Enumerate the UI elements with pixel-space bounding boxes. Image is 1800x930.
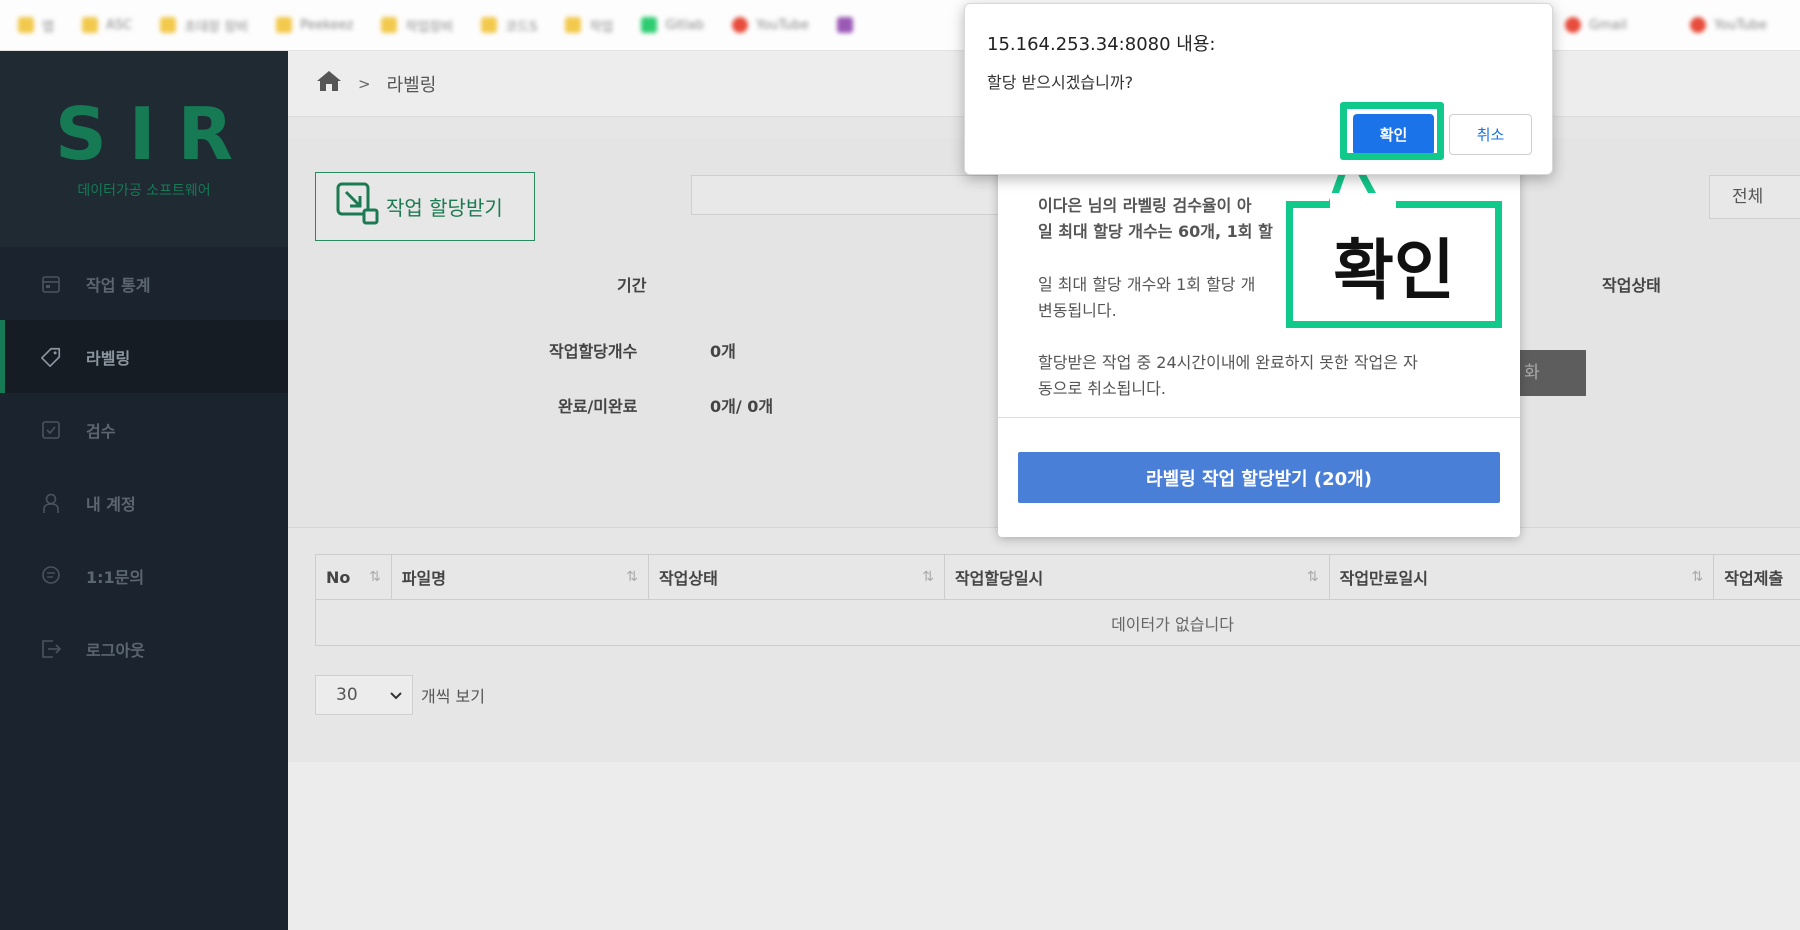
bookmark[interactable]: Gmail (1565, 17, 1627, 33)
alert-title: 15.164.253.34:8080 내용: (987, 34, 1216, 55)
bookmark[interactable]: 초대장 장비 (160, 16, 248, 35)
content-footer-area (288, 762, 1800, 930)
status-label: 작업상태 (1602, 276, 1661, 295)
sort-icon: ⇅ (1691, 569, 1704, 585)
sidebar: SIR 데이터가공 소프트웨어 작업 통계 라벨링 검수 내 계정 1:1문의 … (0, 51, 288, 930)
sort-icon: ⇅ (922, 569, 934, 585)
sidebar-item-stats[interactable]: 작업 통계 (0, 247, 288, 320)
tag-icon (40, 346, 62, 368)
sidebar-item-label: 작업 통계 (86, 275, 151, 295)
status-select[interactable]: 전체 (1709, 175, 1800, 219)
folder-icon (565, 17, 582, 33)
period-label: 기간 (617, 276, 647, 295)
column-assigned-at[interactable]: 작업할당일시 ⇅ (945, 555, 1330, 599)
chat-icon (40, 565, 62, 587)
sidebar-item-labeling[interactable]: 라벨링 (0, 320, 288, 393)
table-empty-row: 데이터가 없습니다 (315, 600, 1800, 646)
logout-icon (40, 638, 62, 660)
bookmark[interactable]: 작업장비 (381, 16, 453, 35)
logo-subtitle: 데이터가공 소프트웨어 (77, 183, 211, 199)
sort-icon: ⇅ (369, 569, 381, 585)
chevron-down-icon (390, 685, 402, 705)
modal-assign-button[interactable]: 라벨링 작업 할당받기 (20개) (1018, 452, 1500, 503)
sort-icon: ⇅ (1306, 569, 1319, 585)
gitlab-icon (641, 17, 658, 33)
gmail-icon (1565, 17, 1581, 33)
check-icon (40, 419, 62, 441)
folder-icon (481, 17, 498, 33)
callout-pointer-mask (1330, 193, 1396, 209)
assigned-count-label: 작업할당개수 (549, 342, 638, 361)
highlight-box (1340, 102, 1444, 160)
table-header: No ⇅ 파일명 ⇅ 작업상태 ⇅ 작업할당일시 ⇅ 작업만료일시 ⇅ 작업제출 (315, 554, 1800, 600)
assign-icon (336, 182, 380, 231)
column-expires-at[interactable]: 작업만료일시 ⇅ (1330, 555, 1715, 599)
page-size-suffix: 개씩 보기 (421, 687, 485, 706)
browser-alert-dialog: 15.164.253.34:8080 내용: 할당 받으시겠습니까? 확인 취소 (964, 3, 1553, 175)
alert-cancel-button[interactable]: 취소 (1449, 114, 1532, 155)
calendar-icon (40, 273, 62, 295)
folder-icon (276, 17, 293, 33)
sidebar-item-logout[interactable]: 로그아웃 (0, 612, 288, 685)
apps-icon (18, 17, 34, 33)
sidebar-item-label: 라벨링 (86, 348, 131, 368)
youtube-icon (731, 17, 748, 33)
sidebar-item-label: 로그아웃 (86, 640, 145, 660)
bookmark[interactable]: YouTube (1690, 17, 1767, 33)
logo-area[interactable]: SIR 데이터가공 소프트웨어 (0, 51, 288, 247)
folder-icon (81, 17, 98, 33)
bookmark[interactable]: 앱 (18, 16, 54, 35)
bookmark[interactable] (836, 17, 853, 33)
column-filename[interactable]: 파일명 ⇅ (392, 555, 649, 599)
sidebar-item-label: 1:1문의 (86, 567, 145, 587)
breadcrumb-separator: > (358, 74, 371, 93)
logo: SIR (54, 92, 256, 176)
assigned-count-value: 0개 (710, 342, 736, 361)
youtube-icon (1690, 17, 1706, 33)
sidebar-item-label: 내 계정 (86, 494, 136, 514)
sidebar-item-account[interactable]: 내 계정 (0, 466, 288, 539)
breadcrumb-current: 라벨링 (386, 74, 437, 96)
home-icon[interactable] (316, 70, 342, 97)
column-submitted-at[interactable]: 작업제출 (1714, 555, 1800, 599)
page-size-control: 30 개씩 보기 (315, 675, 485, 715)
bookmark[interactable]: Peekeez (276, 17, 353, 33)
complete-value: 0개/ 0개 (710, 397, 774, 416)
modal-divider (998, 417, 1520, 418)
column-no[interactable]: No ⇅ (316, 555, 392, 599)
modal-text: 할당받은 작업 중 24시간이내에 완료하지 못한 작업은 자 (1038, 353, 1418, 372)
task-table: No ⇅ 파일명 ⇅ 작업상태 ⇅ 작업할당일시 ⇅ 작업만료일시 ⇅ 작업제출 데이터가… (315, 554, 1800, 646)
modal-text: 동으로 취소됩니다. (1038, 379, 1166, 398)
column-status[interactable]: 작업상태 ⇅ (649, 555, 945, 599)
bookmark[interactable]: ASC (81, 17, 132, 33)
sort-icon: ⇅ (626, 569, 638, 585)
callout-annotation: 확인 (1286, 201, 1502, 328)
bookmark[interactable]: 코드S (481, 16, 537, 35)
folder-icon (381, 17, 398, 33)
alert-message: 할당 받으시겠습니까? (987, 73, 1134, 92)
assign-task-button[interactable]: 작업 할당받기 (315, 172, 535, 241)
bookmark[interactable]: YouTube (731, 17, 809, 33)
bookmark[interactable]: 작업 (565, 16, 613, 35)
folder-icon (160, 17, 177, 33)
page-size-select[interactable]: 30 (315, 675, 413, 715)
sidebar-item-label: 검수 (86, 421, 116, 441)
bookmark-icon (836, 17, 853, 33)
sidebar-item-inquiry[interactable]: 1:1문의 (0, 539, 288, 612)
bookmark[interactable]: Gitlab (641, 17, 704, 33)
period-input[interactable] (691, 175, 1021, 215)
user-icon (40, 492, 62, 514)
sidebar-item-review[interactable]: 검수 (0, 393, 288, 466)
complete-label: 완료/미완료 (558, 397, 638, 416)
assign-task-label: 작업 할당받기 (386, 196, 503, 220)
